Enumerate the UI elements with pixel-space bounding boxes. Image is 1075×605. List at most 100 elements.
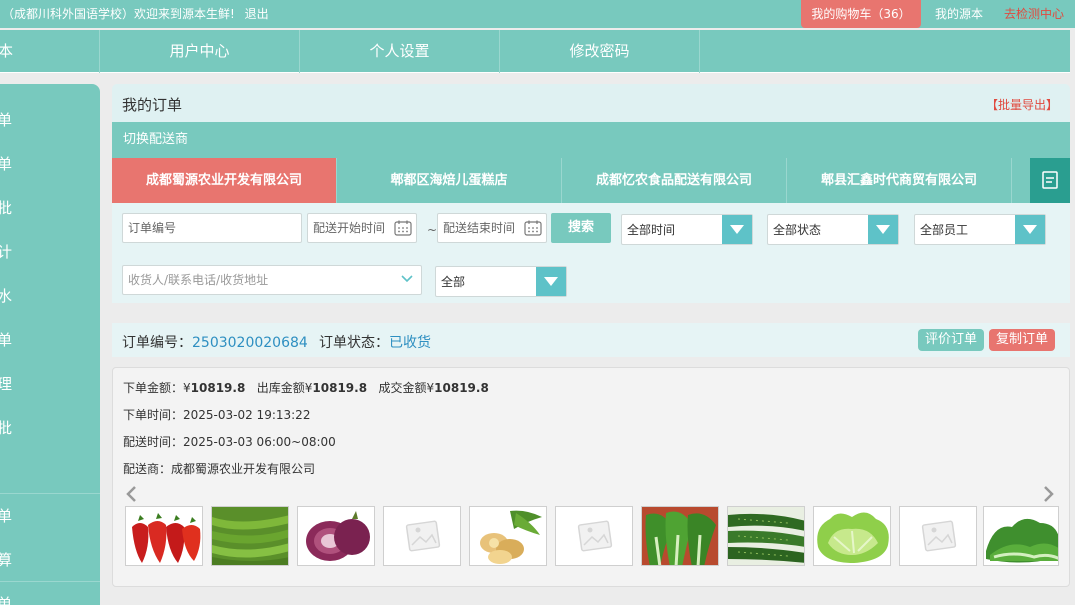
placeholder-image-icon [900,507,976,565]
delivery-start-placeholder: 配送开始时间 [313,221,386,235]
dropdown-arrow [536,267,566,296]
chevron-left-icon[interactable] [125,486,137,502]
nav-item-user-center[interactable]: 用户中心 [100,30,300,73]
all-select[interactable]: 全部 [435,266,567,297]
deal-amount-value: 10819.8 [434,381,489,395]
supplier-tab[interactable]: 成都忆农食品配送有限公司 [562,158,787,203]
greens-icon [984,507,1058,565]
placeholder-image-icon [556,507,632,565]
placeholder-image-icon [384,507,460,565]
order-status: 订单状态：已收货 [319,332,431,352]
goto-check-center-link[interactable]: 去检测中心 [1004,5,1064,22]
range-separator: ~ [427,223,438,237]
supplier-tab[interactable]: 郫都区海焙儿蛋糕店 [337,158,562,203]
product-thumbnail[interactable] [383,506,461,566]
chevron-right-icon[interactable] [1043,486,1055,502]
all-select-value: 全部 [441,275,466,289]
product-thumbnail[interactable] [727,506,805,566]
copy-order-button[interactable]: 复制订单 [989,329,1055,351]
my-yuanben-link[interactable]: 我的源本 [935,5,983,22]
receiver-search-input[interactable]: 收货人/联系电话/收货地址 [122,265,422,295]
delivery-time: 配送时间：2025-03-03 06:00~08:00 [123,435,336,449]
staff-select-value: 全部员工 [920,223,969,237]
time-select-value: 全部时间 [627,223,676,237]
calendar-icon [524,220,542,236]
caret-down-icon [876,225,890,234]
order-status-value: 已收货 [389,335,431,351]
supplier-tab[interactable]: 成都蜀源农业开发有限公司 [112,158,337,203]
delivery-end-placeholder: 配送结束时间 [443,221,516,235]
order-number-value[interactable]: 2503020020684 [192,335,308,351]
order-status-label: 订单状态： [319,335,389,351]
logout-link[interactable]: 退出 [245,7,269,21]
sidebar-item[interactable] [0,450,97,494]
product-thumbnail[interactable] [899,506,977,566]
product-thumbnail[interactable] [555,506,633,566]
calendar-icon [394,220,412,236]
sidebar-item[interactable]: 单 [0,98,97,142]
sidebar-item[interactable]: 计 [0,230,97,274]
nav-item-home[interactable]: 本 [0,30,100,73]
main-nav: 本 用户中心 个人设置 修改密码 [0,30,1070,73]
welcome-text: ：（成都川科外国语学校）欢迎来到源本生鲜! 退出 [0,5,269,22]
receiver-search-placeholder: 收货人/联系电话/收货地址 [128,273,269,287]
delivery-end-input[interactable]: 配送结束时间 [437,213,547,243]
sidebar-item[interactable]: 单 [0,318,97,362]
caret-down-icon [1023,225,1037,234]
order-number: 订单编号：2503020020684 [122,332,308,352]
sidebar: 单 单 批 计 水 单 理 批 单 算 单 [0,84,100,605]
order-amount-value: 10819.8 [190,381,246,395]
nav-item-change-password[interactable]: 修改密码 [500,30,700,73]
sidebar-item[interactable]: 批 [0,186,97,230]
supplier-tabs: 成都蜀源农业开发有限公司 郫都区海焙儿蛋糕店 成都忆农食品配送有限公司 郫县汇鑫… [112,158,1070,203]
sidebar-item[interactable]: 单 [0,582,97,605]
page-title: 我的订单 [122,96,183,114]
filter-area: 订单编号 配送开始时间 ~ 配送结束时间 搜索 全部时间 全部状态 全部员工 收… [112,203,1070,303]
list-icon [1042,171,1058,189]
switch-supplier-label: 切换配送商 [112,122,1070,158]
deal-amount-label: 成交金额¥ [378,381,435,395]
product-thumbnail[interactable] [641,506,719,566]
cucumber-icon [728,507,804,565]
outbound-amount-label: 出库金额¥ [256,381,313,395]
status-select[interactable]: 全部状态 [767,214,899,245]
order-amount-label: 下单金额：¥ [123,381,191,395]
lettuce-icon [814,507,890,565]
dropdown-arrow [722,215,752,244]
delivery-start-input[interactable]: 配送开始时间 [307,213,417,243]
product-thumbnail[interactable] [983,506,1059,566]
sidebar-item[interactable]: 算 [0,538,97,582]
sidebar-item[interactable]: 水 [0,274,97,318]
sidebar-item[interactable]: 批 [0,406,97,450]
orders-panel-header: 我的订单 【批量导出】 [112,84,1070,122]
status-select-value: 全部状态 [773,223,822,237]
sidebar-item[interactable]: 单 [0,494,97,538]
order-number-label: 订单编号： [122,335,192,351]
supplier-list-toggle[interactable] [1030,158,1070,203]
order-details: 下单金额：¥10819.8 出库金额¥10819.8 成交金额¥10819.8 … [112,367,1070,587]
time-select[interactable]: 全部时间 [621,214,753,245]
product-thumbnail[interactable] [297,506,375,566]
cart-button[interactable]: 我的购物车（36） [801,0,921,28]
sidebar-item[interactable]: 理 [0,362,97,406]
order-header: 订单编号：2503020020684 订单状态：已收货 评价订单 复制订单 [112,323,1070,357]
welcome-message: ：（成都川科外国语学校）欢迎来到源本生鲜! [0,7,235,21]
nav-item-personal-settings[interactable]: 个人设置 [300,30,500,73]
product-thumbnail[interactable] [469,506,547,566]
caret-down-icon [544,277,558,286]
product-thumbnail[interactable] [211,506,289,566]
staff-select[interactable]: 全部员工 [914,214,1046,245]
search-button[interactable]: 搜索 [551,213,611,243]
sidebar-item[interactable]: 单 [0,142,97,186]
red-pepper-icon [126,507,202,565]
product-thumbnail[interactable] [813,506,891,566]
product-thumbnail[interactable] [125,506,203,566]
order-amounts: 下单金额：¥10819.8 出库金额¥10819.8 成交金额¥10819.8 [123,379,489,396]
batch-export-link[interactable]: 【批量导出】 [986,96,1058,113]
caret-down-icon [730,225,744,234]
dropdown-arrow [1015,215,1045,244]
rate-order-button[interactable]: 评价订单 [918,329,984,351]
order-supplier: 配送商：成都蜀源农业开发有限公司 [123,462,316,476]
supplier-tab[interactable]: 郫县汇鑫时代商贸有限公司 [787,158,1012,203]
order-number-input[interactable]: 订单编号 [122,213,302,243]
